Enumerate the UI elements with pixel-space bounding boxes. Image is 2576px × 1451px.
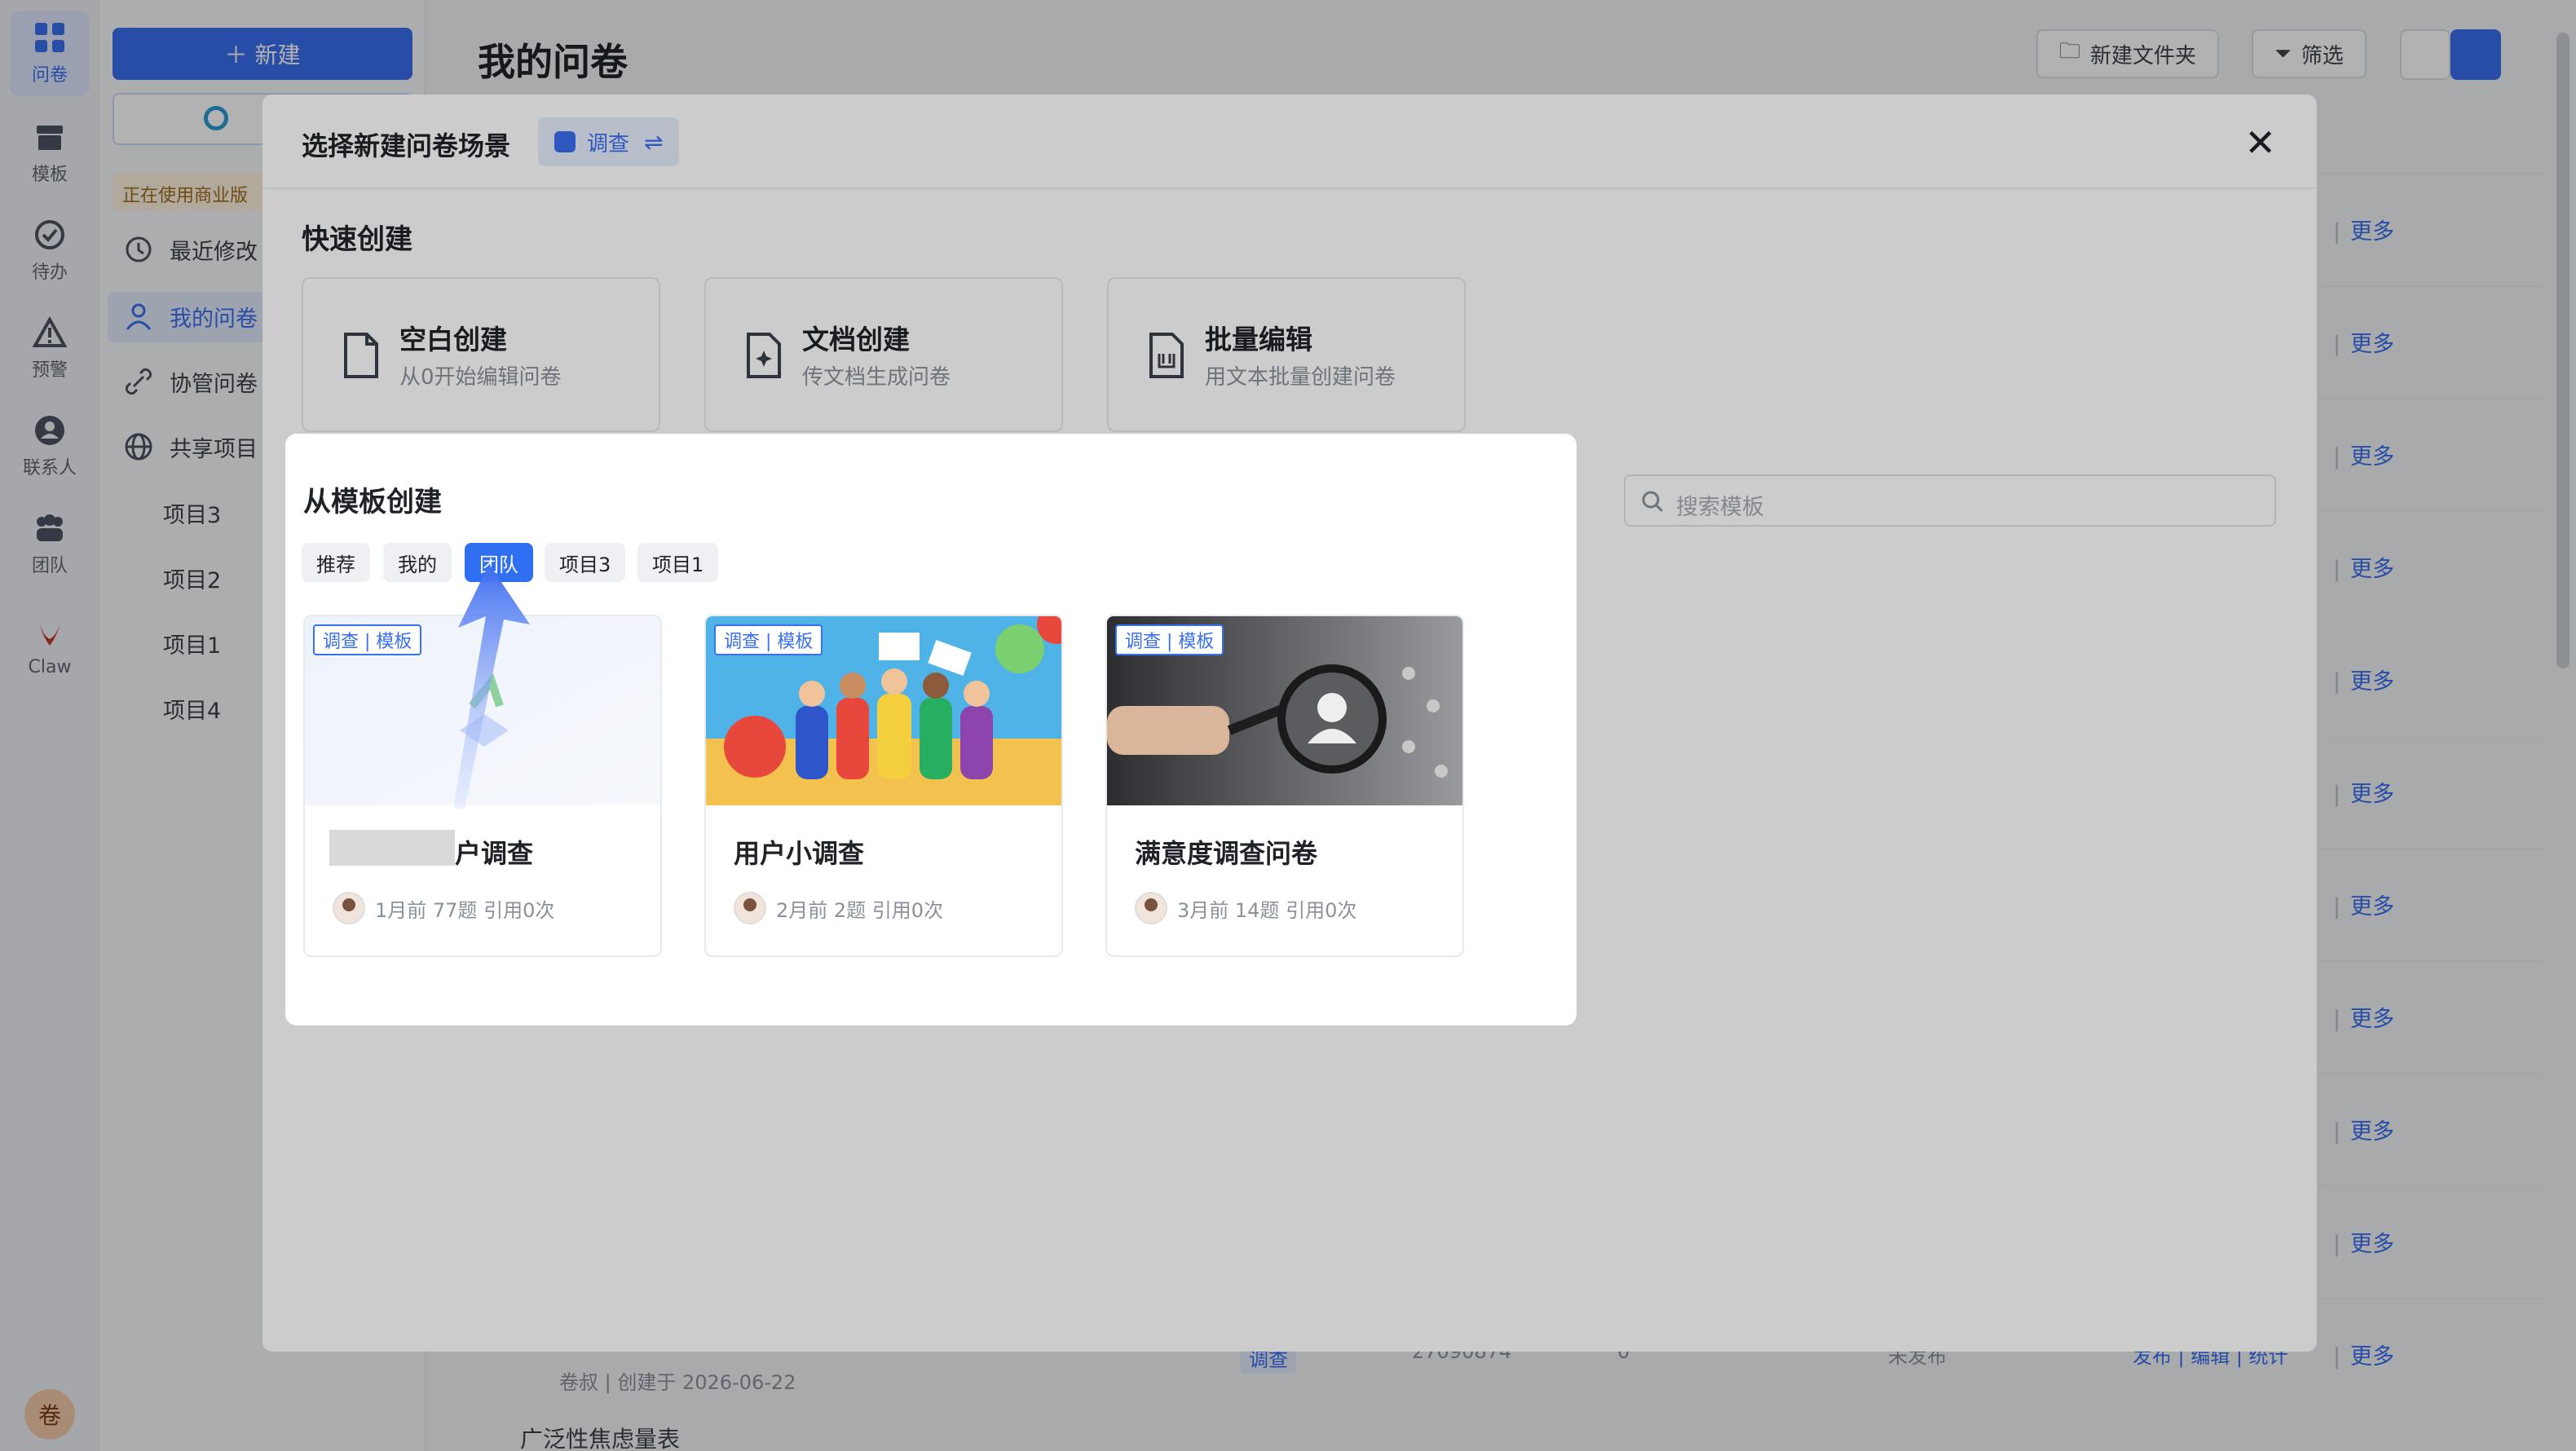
template-section-title: 从模板创建 bbox=[303, 486, 442, 518]
template-meta: 2月前 2题 引用0次 bbox=[734, 892, 943, 924]
author-avatar bbox=[1135, 892, 1167, 924]
tab-project1[interactable]: 项目1 bbox=[637, 543, 719, 582]
template-tag: 调查 | 模板 bbox=[313, 624, 422, 655]
template-name: 满意度调查问卷 bbox=[1135, 838, 1318, 869]
template-meta-text: 1月前 77题 引用0次 bbox=[375, 898, 555, 922]
template-meta: 3月前 14题 引用0次 bbox=[1135, 892, 1356, 924]
template-tag: 调查 | 模板 bbox=[714, 624, 823, 655]
template-meta: 1月前 77题 引用0次 bbox=[333, 892, 554, 924]
author-avatar bbox=[333, 892, 365, 924]
guide-arrow-icon bbox=[453, 564, 530, 809]
template-card[interactable]: 调查 | 模板 用户小调查 2月前 2题 引用0次 bbox=[704, 615, 1063, 957]
template-card[interactable]: 调查 | 模板 满意度调查问卷 3月前 14题 引用0次 bbox=[1105, 615, 1464, 957]
template-meta-text: 2月前 2题 引用0次 bbox=[776, 898, 944, 922]
tab-project3[interactable]: 项目3 bbox=[545, 543, 626, 582]
template-name: 用户小调查 bbox=[734, 838, 865, 869]
tab-recommended[interactable]: 推荐 bbox=[302, 543, 370, 582]
template-panel: 从模板创建 推荐 我的 团队 项目3 项目1 调查 | 模板 户调查 1月前 7… bbox=[285, 434, 1577, 1025]
template-tag: 调查 | 模板 bbox=[1115, 624, 1224, 655]
author-avatar bbox=[734, 892, 766, 924]
template-meta-text: 3月前 14题 引用0次 bbox=[1177, 898, 1357, 922]
